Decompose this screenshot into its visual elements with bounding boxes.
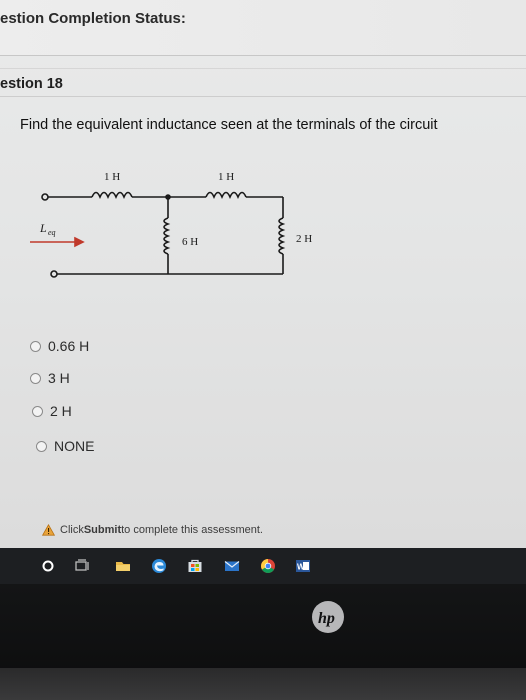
leq-arrowhead: [74, 236, 85, 248]
radio-button[interactable]: [32, 405, 43, 417]
circuit-diagram: 1 H 1 H 6 H 2 H L eq: [30, 171, 312, 278]
file-explorer-icon[interactable]: [114, 557, 132, 575]
label-leq: L: [39, 221, 47, 235]
submit-suffix: to complete this assessment.: [121, 524, 263, 536]
divider: [0, 96, 526, 97]
label-l2: 1 H: [218, 171, 234, 183]
svg-text:hp: hp: [318, 610, 335, 627]
radio-button[interactable]: [30, 372, 41, 384]
label-l3: 6 H: [182, 236, 198, 248]
hp-logo: hp: [312, 601, 344, 633]
status-header: estion Completion Status:: [0, 0, 526, 55]
store-icon[interactable]: [186, 557, 204, 575]
radio-button[interactable]: [36, 440, 47, 452]
submit-link[interactable]: Submit: [84, 524, 121, 536]
submit-prefix: Click: [60, 524, 84, 536]
svg-text:W: W: [297, 563, 305, 572]
option-label: 3 H: [48, 370, 70, 386]
start-icon[interactable]: [41, 557, 55, 575]
option-label: 0.66 H: [48, 338, 90, 354]
screen: estion Completion Status: estion 18 Find…: [0, 0, 526, 548]
mail-icon[interactable]: [223, 557, 241, 575]
inductor-2h: [278, 217, 286, 255]
inductor-1h-right: [205, 191, 247, 199]
question-text: Find the equivalent inductance seen at t…: [20, 117, 438, 133]
label-l1: 1 H: [104, 171, 120, 183]
completion-status-title: estion Completion Status:: [0, 10, 186, 27]
label-l4: 2 H: [296, 233, 312, 245]
option-label: 2 H: [50, 403, 72, 419]
task-view-icon[interactable]: [74, 557, 92, 575]
answer-option[interactable]: NONE: [36, 436, 94, 456]
laptop-base: [0, 668, 526, 700]
answer-option[interactable]: 2 H: [32, 401, 72, 421]
option-label: NONE: [54, 438, 95, 454]
junction-dot: [165, 194, 171, 200]
radio-button[interactable]: [30, 340, 41, 352]
submit-instruction: Click Submit to complete this assessment…: [42, 524, 263, 536]
inductor-6h: [163, 217, 171, 255]
warning-icon: [42, 524, 55, 536]
chrome-icon[interactable]: [259, 557, 277, 575]
inductor-1h-left: [91, 191, 133, 199]
divider: [0, 68, 526, 69]
word-icon[interactable]: W: [294, 557, 312, 575]
terminal-top: [41, 193, 49, 201]
question-title: estion 18: [0, 76, 63, 92]
label-leq-sub: eq: [48, 228, 56, 237]
divider: [0, 55, 526, 56]
answer-option[interactable]: 0.66 H: [30, 336, 89, 356]
edge-icon[interactable]: [150, 557, 168, 575]
terminal-bottom: [50, 270, 58, 278]
answer-option[interactable]: 3 H: [30, 368, 70, 388]
